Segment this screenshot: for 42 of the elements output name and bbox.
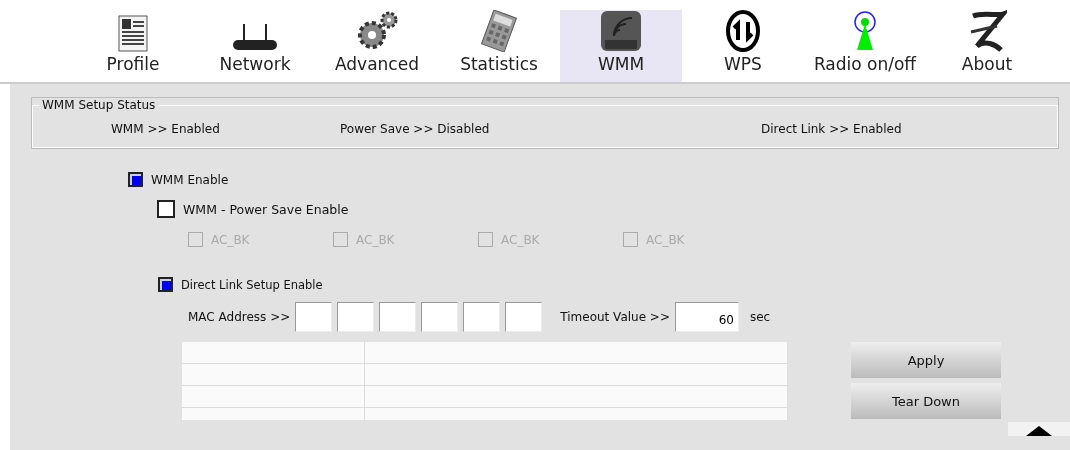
mac-field[interactable] xyxy=(337,302,375,332)
action-button[interactable]: Tear Down xyxy=(851,383,1001,419)
status-text: WMM >> Enabled xyxy=(111,122,220,136)
checkbox[interactable] xyxy=(157,200,175,218)
mac-field[interactable] xyxy=(505,302,543,332)
mac-field[interactable] xyxy=(421,302,459,332)
mac-field[interactable] xyxy=(295,302,333,332)
toolbar-tab[interactable]: Network xyxy=(194,10,316,82)
mac-field[interactable] xyxy=(379,302,417,332)
checkbox-label: AC_BK xyxy=(356,232,395,247)
toolbar-tab[interactable]: Advanced xyxy=(316,10,438,82)
field-label: Timeout Value >> xyxy=(560,310,670,324)
document-icon xyxy=(118,14,148,52)
toolbar-tab[interactable]: WPS xyxy=(682,10,804,82)
status-text: Direct Link >> Enabled xyxy=(761,122,902,136)
toolbar-tab[interactable]: Profile xyxy=(72,10,194,82)
scroll-up-button[interactable] xyxy=(1008,422,1070,436)
toolbar-tab[interactable]: Statistics xyxy=(438,10,560,82)
checkbox-label: AC_BK xyxy=(501,232,540,247)
checkbox[interactable] xyxy=(128,172,143,187)
checkbox-label: AC_BK xyxy=(646,232,685,247)
checkbox-label: WMM Enable xyxy=(151,172,229,187)
checkbox-label: AC_BK xyxy=(211,232,250,247)
checkbox-label: Direct Link Setup Enable xyxy=(181,277,323,292)
timeout-field[interactable]: 60 xyxy=(675,302,739,332)
qos-signal-icon xyxy=(600,10,642,52)
gears-icon xyxy=(355,10,399,52)
checkbox-label: WMM - Power Save Enable xyxy=(183,201,349,217)
status-text: Power Save >> Disabled xyxy=(340,122,490,136)
action-button[interactable]: Apply xyxy=(851,342,1001,378)
router-icon xyxy=(232,24,278,52)
field-label: MAC Address >> xyxy=(188,310,291,324)
unit-label: sec xyxy=(750,310,771,324)
checkbox[interactable] xyxy=(158,277,173,292)
antenna-icon xyxy=(852,10,878,52)
caret-up-icon xyxy=(1026,426,1052,436)
toolbar-tab[interactable]: Radio on/off xyxy=(804,10,926,82)
toolbar-tab[interactable]: About xyxy=(926,10,1048,82)
mac-field[interactable] xyxy=(463,302,501,332)
toolbar-tab[interactable]: WMM xyxy=(560,10,682,82)
arrows-circle-icon xyxy=(725,10,761,52)
group-title: WMM Setup Status xyxy=(41,98,157,112)
